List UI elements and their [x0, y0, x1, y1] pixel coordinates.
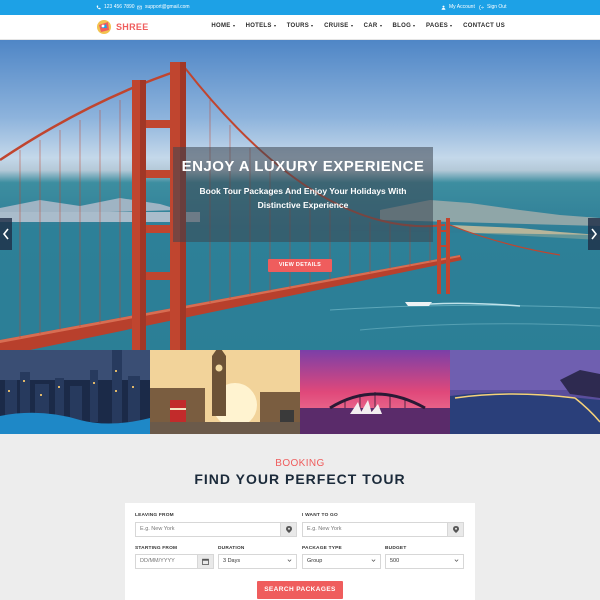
going-to-placeholder: E.g. New York: [307, 526, 342, 532]
booking-section: BOOKING FIND YOUR PERFECT TOUR LEAVING F…: [0, 434, 600, 600]
hero-subtitle: Book Tour Packages And Enjoy Your Holida…: [199, 186, 407, 210]
starting-from-label: STARTING FROM: [135, 546, 178, 551]
map-marker-icon: [280, 523, 296, 536]
envelope-icon: [137, 5, 142, 9]
logo-icon: [97, 20, 111, 34]
nav-item-hotels[interactable]: HOTELS: [246, 23, 276, 29]
booking-kicker: BOOKING: [275, 458, 325, 469]
caret-down-icon: [379, 25, 382, 27]
london-big-ben-image: [150, 350, 300, 434]
brand-logo[interactable]: SHREE: [96, 19, 149, 35]
my-account-label: My Account: [449, 4, 475, 10]
sign-out-link[interactable]: Sign Out: [479, 4, 506, 10]
booking-title: FIND YOUR PERFECT TOUR: [194, 471, 406, 487]
sign-out-label: Sign Out: [487, 4, 507, 10]
nav-item-label: BLOG: [392, 23, 412, 29]
chevron-right-icon: [591, 228, 598, 240]
caret-down-icon: [273, 25, 276, 27]
main-header: SHREE HOME HOTELS TOURS CRUISE CAR BLOG …: [0, 15, 600, 40]
top-bar: 123 456 7890 support@gmail.com My Accoun…: [0, 0, 600, 15]
sydney-harbour-image: [300, 350, 450, 434]
nav-item-label: TOURS: [286, 23, 310, 29]
nav-item-contact-us[interactable]: CONTACT US: [463, 23, 505, 29]
chevron-down-icon: [371, 559, 376, 562]
brand-name: SHREE: [116, 22, 149, 32]
calendar-icon: [197, 555, 213, 568]
nav-item-label: CONTACT US: [463, 23, 505, 29]
email-contact[interactable]: support@gmail.com: [137, 4, 190, 10]
hero-caption: ENJOY A LUXURY EXPERIENCE Book Tour Pack…: [173, 147, 433, 272]
thumbnail-sydney[interactable]: [300, 350, 450, 434]
chevron-down-icon: [454, 559, 459, 562]
email-address: support@gmail.com: [145, 4, 190, 10]
nav-item-label: PAGES: [426, 23, 449, 29]
going-to-input[interactable]: E.g. New York: [302, 522, 464, 537]
duration-value: 3 Days: [223, 558, 241, 564]
caret-down-icon: [232, 25, 235, 27]
caret-down-icon: [350, 25, 353, 27]
slider-next-button[interactable]: [588, 218, 600, 250]
nav-item-label: HOTELS: [245, 23, 272, 29]
map-marker-icon: [447, 523, 463, 536]
nav-item-car[interactable]: CAR: [364, 23, 382, 29]
budget-value: 500: [390, 558, 400, 564]
package-type-select[interactable]: Group: [302, 554, 381, 569]
nav-item-home[interactable]: HOME: [211, 23, 235, 29]
nav-item-tours[interactable]: TOURS: [286, 23, 314, 29]
nav-item-label: CAR: [363, 23, 378, 29]
tour-search-form: LEAVING FROM E.g. New York I WANT TO GO …: [125, 503, 475, 600]
caret-down-icon: [413, 25, 416, 27]
thumbnail-coast-night[interactable]: [450, 350, 600, 434]
budget-select[interactable]: 500: [385, 554, 464, 569]
search-packages-button[interactable]: SEARCH PACKAGES: [257, 581, 343, 599]
going-to-label: I WANT TO GO: [302, 513, 338, 518]
budget-label: BUDGET: [385, 546, 407, 551]
starting-date-input[interactable]: DD/MM/YYYY: [135, 554, 214, 569]
hero-slider: ENJOY A LUXURY EXPERIENCE Book Tour Pack…: [0, 40, 600, 350]
hero-title: ENJOY A LUXURY EXPERIENCE: [181, 158, 425, 175]
starting-date-placeholder: DD/MM/YYYY: [140, 558, 175, 564]
leaving-from-label: LEAVING FROM: [135, 513, 174, 518]
caret-down-icon: [311, 25, 314, 27]
my-account-link[interactable]: My Account: [441, 4, 475, 10]
coastline-dusk-image: [450, 350, 600, 434]
leaving-from-placeholder: E.g. New York: [140, 526, 175, 532]
nav-item-label: HOME: [211, 23, 231, 29]
city-night-image: [0, 350, 150, 434]
phone-number: 123 456 7890: [104, 4, 135, 10]
main-nav: HOME HOTELS TOURS CRUISE CAR BLOG PAGES …: [211, 23, 505, 29]
nav-item-pages[interactable]: PAGES: [426, 23, 453, 29]
thumbnail-dubai-night[interactable]: [0, 350, 150, 434]
package-type-label: PACKAGE TYPE: [302, 546, 342, 551]
leaving-from-input[interactable]: E.g. New York: [135, 522, 297, 537]
sign-out-icon: [479, 5, 484, 9]
package-type-value: Group: [307, 558, 323, 564]
chevron-left-icon: [2, 228, 9, 240]
nav-item-blog[interactable]: BLOG: [393, 23, 416, 29]
phone-contact[interactable]: 123 456 7890: [96, 4, 135, 10]
view-details-button[interactable]: VIEW DETAILS: [268, 259, 332, 272]
nav-item-cruise[interactable]: CRUISE: [324, 23, 353, 29]
phone-icon: [96, 5, 101, 9]
user-icon: [441, 5, 446, 10]
slider-prev-button[interactable]: [0, 218, 12, 250]
thumbnail-london[interactable]: [150, 350, 300, 434]
caret-down-icon: [450, 25, 453, 27]
nav-item-label: CRUISE: [324, 23, 349, 29]
destination-thumbnails: [0, 350, 600, 434]
chevron-down-icon: [287, 559, 292, 562]
duration-select[interactable]: 3 Days: [218, 554, 297, 569]
duration-label: DURATION: [218, 546, 245, 551]
